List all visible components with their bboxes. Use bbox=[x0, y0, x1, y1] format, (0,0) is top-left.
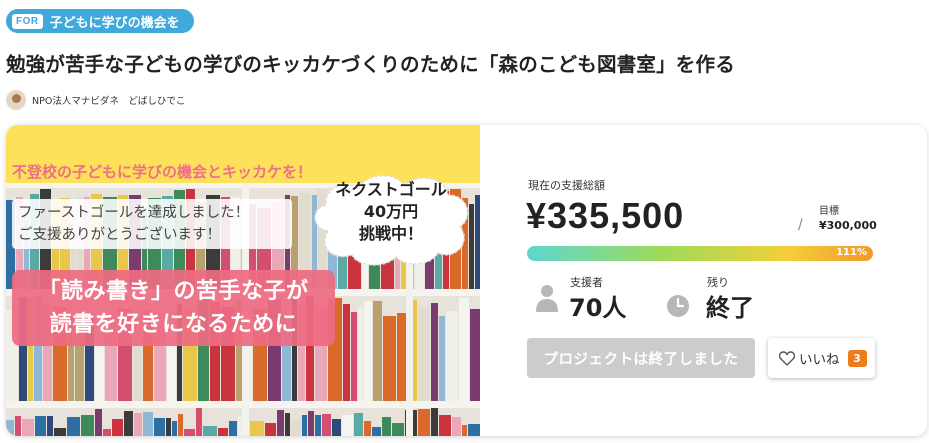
book-spine bbox=[250, 421, 264, 436]
book-spine bbox=[143, 412, 153, 436]
raised-amount: ¥335,500 bbox=[526, 195, 685, 236]
book-spine bbox=[203, 426, 217, 436]
book-spine bbox=[229, 421, 237, 436]
book-spine bbox=[172, 421, 177, 436]
goal-separator: / bbox=[798, 217, 803, 233]
funding-panel: 現在の支援総額 ¥335,500 / 目標 ¥300,000 111% 支援者 … bbox=[480, 125, 927, 436]
first-goal-line-1: ファーストゴールを達成しました！ bbox=[18, 205, 250, 221]
book-spine bbox=[446, 311, 458, 401]
book-spine bbox=[468, 424, 480, 436]
book-spine bbox=[184, 429, 195, 436]
like-count-badge: 3 bbox=[847, 349, 867, 367]
clock-icon bbox=[667, 295, 689, 317]
book-spine bbox=[470, 309, 480, 401]
book-spine bbox=[112, 419, 123, 436]
first-goal-note: ファーストゴールを達成しました！ ご支援ありがとうございます！ bbox=[12, 199, 292, 249]
book-spine bbox=[462, 425, 467, 436]
book-spine bbox=[218, 428, 228, 436]
next-goal-line-3: 挑戦中！ bbox=[358, 224, 423, 243]
like-label: いいね bbox=[799, 352, 840, 368]
book-spine bbox=[439, 415, 451, 436]
book-spine bbox=[315, 415, 321, 436]
book-spine bbox=[81, 415, 94, 436]
next-goal-line-2: 40万円 bbox=[363, 202, 419, 221]
book-spine bbox=[103, 429, 111, 436]
person-icon bbox=[536, 285, 558, 312]
book-spine bbox=[342, 415, 353, 436]
book-spine bbox=[196, 408, 202, 436]
book-spine bbox=[95, 409, 102, 436]
book-spine bbox=[277, 410, 284, 436]
book-spine bbox=[124, 411, 133, 436]
book-spine bbox=[22, 419, 34, 436]
book-spine bbox=[382, 417, 391, 436]
supporters-value: 70人 bbox=[569, 294, 627, 322]
progress-bar: 111% bbox=[527, 246, 873, 261]
book-spine bbox=[418, 308, 430, 401]
book-spine bbox=[372, 427, 381, 436]
book-spine bbox=[431, 408, 438, 436]
book-spine bbox=[322, 414, 331, 436]
book-spine bbox=[364, 421, 371, 436]
project-title: 勉強が苦手な子どもの学びのキッカケづくりのために「森のこども図書室」を作る bbox=[6, 53, 735, 76]
tag-prefix: FOR bbox=[12, 13, 43, 29]
book-spine bbox=[431, 303, 438, 401]
next-goal-text: ネクストゴール 40万円 挑戦中！ bbox=[306, 179, 476, 245]
book-spine bbox=[166, 418, 171, 436]
book-spine bbox=[15, 416, 21, 436]
first-goal-line-2: ご支援ありがとうございます！ bbox=[18, 227, 221, 243]
hero-message: 「読み書き」の苦手な子が 読書を好きになるために bbox=[12, 270, 335, 346]
project-owner[interactable]: NPO法人マナビダネ どばしひでこ bbox=[6, 90, 185, 110]
book-spine bbox=[308, 411, 314, 436]
book-spine bbox=[459, 298, 469, 401]
progress-percent: 111% bbox=[836, 247, 867, 258]
hero-message-line-1: 「読み書き」の苦手な子が bbox=[38, 279, 309, 304]
book-spine bbox=[392, 423, 404, 436]
book-spine bbox=[154, 418, 165, 436]
category-tag[interactable]: FOR 子どもに学びの機会を bbox=[6, 9, 194, 33]
book-spine bbox=[302, 415, 307, 436]
book-spine bbox=[418, 409, 430, 436]
book-spine bbox=[6, 420, 14, 436]
heart-icon bbox=[779, 350, 795, 366]
owner-avatar bbox=[6, 90, 26, 110]
book-spine bbox=[47, 416, 53, 436]
like-button[interactable]: いいね 3 bbox=[768, 338, 875, 378]
goal-amount: ¥300,000 bbox=[819, 219, 877, 232]
book-spine bbox=[178, 414, 183, 436]
project-card: 不登校の子どもに学びの機会とキッカケを！ ファーストゴールを達成しました！ ご支… bbox=[6, 125, 927, 436]
book-spine bbox=[452, 417, 461, 436]
project-hero-image: 不登校の子どもに学びの機会とキッカケを！ ファーストゴールを達成しました！ ご支… bbox=[6, 125, 480, 436]
tag-label: 子どもに学びの機会を bbox=[49, 15, 180, 31]
book-spine bbox=[67, 417, 80, 436]
book-spine bbox=[332, 419, 341, 436]
owner-name: NPO法人マナビダネ どばしひでこ bbox=[32, 96, 186, 107]
book-spine bbox=[373, 301, 382, 401]
book-spine bbox=[134, 413, 142, 436]
book-spine bbox=[54, 428, 66, 436]
goal-label: 目標 bbox=[819, 206, 839, 217]
book-spine bbox=[439, 316, 445, 401]
book-spine bbox=[285, 413, 290, 436]
book-spine bbox=[354, 413, 363, 436]
raised-label: 現在の支援総額 bbox=[528, 179, 605, 192]
book-spine bbox=[265, 423, 276, 436]
remaining-value: 終了 bbox=[706, 294, 754, 322]
book-spine bbox=[35, 416, 46, 436]
hero-message-line-2: 読書を好きになるために bbox=[49, 312, 298, 337]
next-goal-line-1: ネクストゴール bbox=[335, 180, 447, 199]
book-spine bbox=[358, 307, 363, 401]
book-spine bbox=[383, 316, 396, 401]
book-spine bbox=[351, 312, 357, 401]
book-spine bbox=[343, 304, 350, 401]
book-spine bbox=[364, 301, 372, 401]
book-spine bbox=[291, 419, 301, 436]
hero-headline: 不登校の子どもに学びの機会とキッカケを！ bbox=[12, 163, 313, 181]
project-ended-button[interactable]: プロジェクトは終了しました bbox=[527, 338, 755, 378]
